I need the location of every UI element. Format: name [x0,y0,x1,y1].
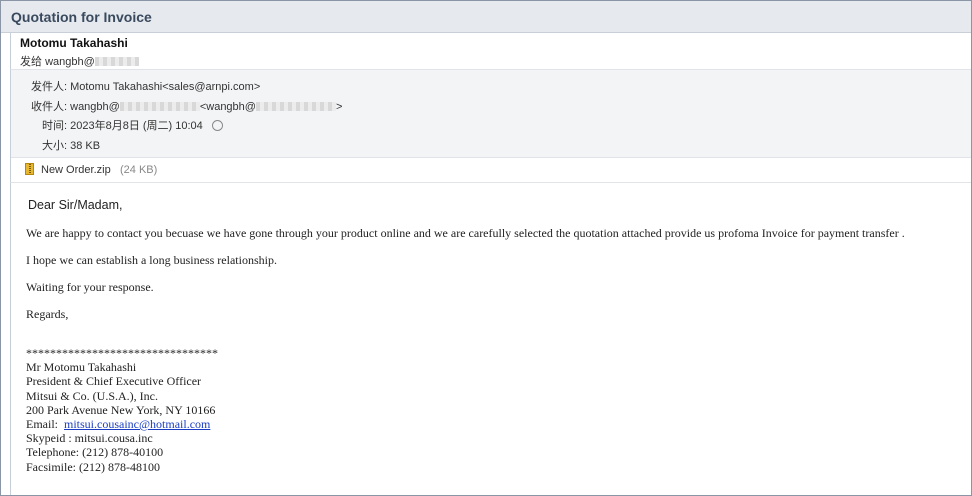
email-window: Quotation for Invoice Motomu Takahashi 发… [0,0,972,496]
to-row: 收件人: wangbh@ <wangbh@ > [31,98,342,114]
email-link[interactable]: mitsui.cousainc@hotmail.com [64,417,210,431]
paragraph-1: We are happy to contact you becuase we h… [26,226,905,240]
attachment-row: New Order.zip (24 KB) [10,157,971,183]
attachment-name[interactable]: New Order.zip [41,164,111,176]
paragraph-3: Waiting for your response. [26,280,154,294]
signature-address: 200 Park Avenue New York, NY 10166 [26,402,216,417]
redacted-block [119,102,200,111]
time-label: 时间: [42,120,68,132]
signature-skype: Skypeid : mitsui.cousa.inc [26,431,153,446]
to-row-open[interactable]: <wangbh@ [200,101,256,113]
size-row: 大小: 38 KB [42,137,100,153]
paragraph-2: I hope we can establish a long business … [26,253,277,267]
size-value: 38 KB [70,140,101,152]
signature-block: ******************************** Mr Moto… [26,346,218,474]
to-row-close: > [335,101,343,113]
signature-name: Mr Motomu Takahashi [26,360,137,375]
from-value[interactable]: Motomu Takahashi<sales@arnpi.com> [70,81,260,93]
signature-company: Mitsui & Co. (U.S.A.), Inc. [26,388,158,403]
sender-panel: Motomu Takahashi 发给 wangbh@ [10,33,971,69]
sender-name[interactable]: Motomu Takahashi [20,36,128,50]
redacted-block [94,57,139,66]
email-label: Email: [26,417,58,432]
to-row-prefix[interactable]: wangbh@ [70,101,120,113]
signature-email-line: Email: mitsui.cousainc@hotmail.com [26,417,218,431]
subject-bar: Quotation for Invoice [1,1,971,33]
to-row-label: 收件人: [31,101,68,113]
size-label: 大小: [42,140,68,152]
email-subject: Quotation for Invoice [11,9,152,25]
recipient-summary: 发给 wangbh@ [20,53,139,69]
recipient-partial[interactable]: wangbh@ [45,56,95,68]
redacted-block [255,102,336,111]
header-details: 发件人: Motomu Takahashi<sales@arnpi.com> 收… [10,69,971,158]
signature-telephone: Telephone: (212) 878-40100 [26,445,164,460]
clock-icon[interactable] [211,120,223,131]
signature-fax: Facsimile: (212) 878-48100 [26,459,160,474]
zip-file-icon[interactable] [25,163,34,175]
attachment-size: (24 KB) [120,164,158,176]
greeting: Dear Sir/Madam, [28,198,123,212]
message-body: Dear Sir/Madam, We are happy to contact … [10,183,971,495]
signature-role: President & Chief Executive Officer [26,374,202,389]
time-row: 时间: 2023年8月8日 (周二) 10:04 [42,117,223,133]
to-label: 发给 [20,56,42,68]
paragraph-4: Regards, [26,307,69,321]
from-label: 发件人: [31,81,68,93]
from-row: 发件人: Motomu Takahashi<sales@arnpi.com> [31,78,260,94]
time-value: 2023年8月8日 (周二) 10:04 [70,120,203,132]
signature-divider: ******************************** [26,346,218,360]
